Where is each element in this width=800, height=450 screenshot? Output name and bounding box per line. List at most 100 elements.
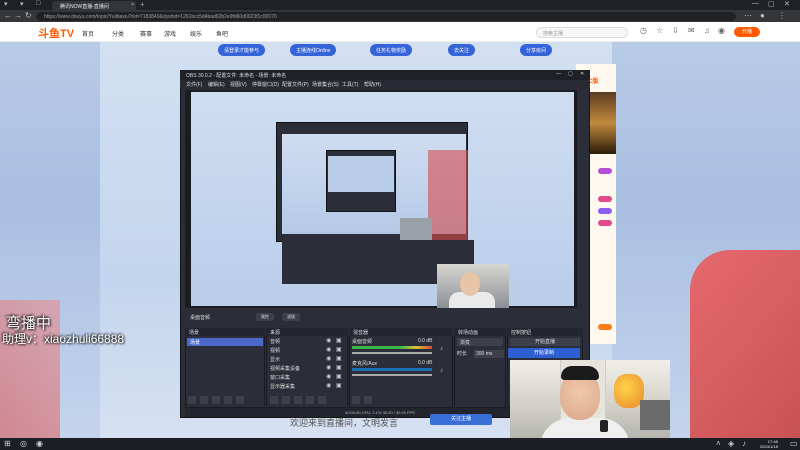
eye-icon[interactable]: ◉ (326, 373, 331, 380)
address-bar[interactable]: https://www.douyu.com/topic/Yulibaxiu?ri… (36, 12, 736, 21)
start-streaming-button[interactable]: 开始直播 (510, 338, 580, 346)
mixer-volume-slider[interactable] (352, 352, 432, 354)
remove-source-button[interactable] (282, 396, 290, 404)
room-tab[interactable]: 请登录才能参与 (218, 44, 266, 56)
source-down-button[interactable] (318, 396, 326, 404)
source-item[interactable]: 窗口采集 (270, 374, 290, 381)
nav-item[interactable]: 分类 (112, 29, 124, 38)
extensions-icon[interactable]: ⋯ (744, 11, 752, 20)
tray-chevron-icon[interactable]: ˄ (716, 439, 721, 448)
obs-properties-button[interactable]: 属性 (256, 313, 274, 321)
obs-menu-item[interactable]: 工具(T) (342, 81, 358, 88)
go-live-button[interactable]: 开播 (734, 27, 760, 37)
follow-button[interactable]: 关注主播 (430, 414, 492, 425)
site-search-input[interactable]: 搜索主播 (536, 27, 628, 38)
tab-close-icon[interactable]: × (131, 2, 134, 8)
menu-icon[interactable]: ⋮ (778, 11, 786, 20)
window-menu-icon[interactable]: ▾ (4, 0, 8, 8)
network-icon[interactable]: ◈ (728, 439, 734, 448)
windows-start-icon[interactable]: ⊞ (4, 439, 11, 448)
eye-icon[interactable]: ◉ (326, 364, 331, 371)
room-tab[interactable]: 分享房间 (520, 44, 553, 56)
scene-item[interactable]: 场景 (187, 338, 263, 346)
speaker-icon[interactable]: ♪ (440, 346, 443, 352)
obs-menu-item[interactable]: 停靠窗口(D) (252, 81, 279, 88)
lock-icon[interactable]: ▣ (336, 355, 342, 362)
mixer-settings-button[interactable] (352, 396, 360, 404)
favorite-icon[interactable]: ☆ (656, 26, 663, 35)
maximize-icon[interactable]: ▢ (768, 0, 775, 8)
obs-minimize-icon[interactable]: — (556, 71, 561, 77)
download-icon[interactable]: ⇩ (672, 26, 679, 35)
new-tab-button[interactable]: + (140, 0, 145, 9)
site-logo[interactable]: 斗鱼TV (38, 25, 74, 41)
clock-date: 2024/1/18 (760, 444, 778, 449)
avatar[interactable]: ◉ (718, 26, 725, 35)
lock-icon[interactable]: ▣ (336, 373, 342, 380)
minimize-icon[interactable]: — (752, 0, 759, 7)
scene-down-button[interactable] (236, 396, 244, 404)
lock-icon[interactable]: ▣ (336, 364, 342, 371)
mixer-volume-slider[interactable] (352, 374, 432, 376)
lock-icon[interactable]: ▣ (336, 346, 342, 353)
eye-icon[interactable]: ◉ (326, 337, 331, 344)
source-settings-button[interactable] (294, 396, 302, 404)
source-item[interactable]: 显示 (270, 356, 280, 363)
lock-icon[interactable]: ▣ (336, 337, 342, 344)
nav-item[interactable]: 首页 (82, 29, 94, 38)
source-up-button[interactable] (306, 396, 314, 404)
close-window-icon[interactable]: ✕ (784, 0, 790, 8)
notice-icon[interactable]: ♫ (704, 26, 710, 35)
obs-menu-item[interactable]: 帮助(H) (364, 81, 381, 88)
eye-icon[interactable]: ◉ (326, 382, 331, 389)
room-tab[interactable]: 主播连线Online (290, 44, 337, 56)
obs-filters-button[interactable]: 滤镜 (282, 313, 300, 321)
transition-duration-input[interactable]: 300 ms (474, 350, 504, 358)
tab-list-icon[interactable]: □ (36, 0, 40, 7)
taskbar-clock[interactable]: 17:48 2024/1/18 (760, 439, 778, 449)
message-icon[interactable]: ✉ (688, 26, 695, 35)
rank-badge (598, 168, 612, 174)
transition-select[interactable]: 渐变 (457, 338, 503, 346)
obs-menu-item[interactable]: 配置文件(P) (282, 81, 309, 88)
eye-icon[interactable]: ◉ (326, 346, 331, 353)
nav-item[interactable]: 娱乐 (190, 29, 202, 38)
mixer-menu-button[interactable] (364, 396, 372, 404)
obs-close-icon[interactable]: ✕ (580, 71, 584, 77)
scene-up-button[interactable] (224, 396, 232, 404)
volume-icon[interactable]: ♪ (742, 439, 746, 448)
nav-item[interactable]: 赛事 (140, 29, 152, 38)
source-item[interactable]: 音频 (270, 338, 280, 345)
taskbar-chrome-icon[interactable]: ◉ (36, 439, 43, 448)
obs-menu-item[interactable]: 视图(V) (230, 81, 247, 88)
forward-icon[interactable]: → (14, 11, 22, 20)
nav-item[interactable]: 游戏 (164, 29, 176, 38)
obs-menu-item[interactable]: 场景集合(S) (312, 81, 339, 88)
source-item[interactable]: 视频 (270, 347, 280, 354)
room-tab[interactable]: 去关注 (448, 44, 476, 56)
add-scene-button[interactable] (188, 396, 196, 404)
lock-icon[interactable]: ▣ (336, 382, 342, 389)
history-icon[interactable]: ◷ (640, 26, 647, 35)
obs-menu-item[interactable]: 编辑(E) (208, 81, 225, 88)
nav-item[interactable]: 鱼吧 (216, 29, 228, 38)
browser-tab-active[interactable]: 腾讯NOW直播-直播间 × (52, 1, 136, 10)
remove-scene-button[interactable] (200, 396, 208, 404)
eye-icon[interactable]: ◉ (326, 355, 331, 362)
obs-maximize-icon[interactable]: ▢ (568, 71, 573, 77)
source-item[interactable]: 显示器采集 (270, 383, 295, 390)
start-recording-button[interactable]: 开始录制 (508, 348, 580, 358)
speaker-icon[interactable]: ♪ (440, 368, 443, 374)
tab-group-icon[interactable]: ▾ (20, 0, 24, 8)
back-icon[interactable]: ← (4, 11, 12, 20)
notification-icon[interactable]: ▭ (790, 439, 798, 448)
scene-filters-button[interactable] (212, 396, 220, 404)
reload-icon[interactable]: ↻ (25, 11, 32, 20)
obs-menu-item[interactable]: 文件(F) (186, 81, 202, 88)
add-source-button[interactable] (270, 396, 278, 404)
source-item[interactable]: 视频采集设备 (270, 365, 300, 372)
room-bottom-text: 欢迎来到直播间，文明发言 (290, 418, 399, 428)
profile-icon[interactable]: ● (760, 11, 765, 20)
room-tab[interactable]: 任务礼物奖励 (370, 44, 413, 56)
taskbar-obs-icon[interactable]: ◎ (20, 439, 27, 448)
